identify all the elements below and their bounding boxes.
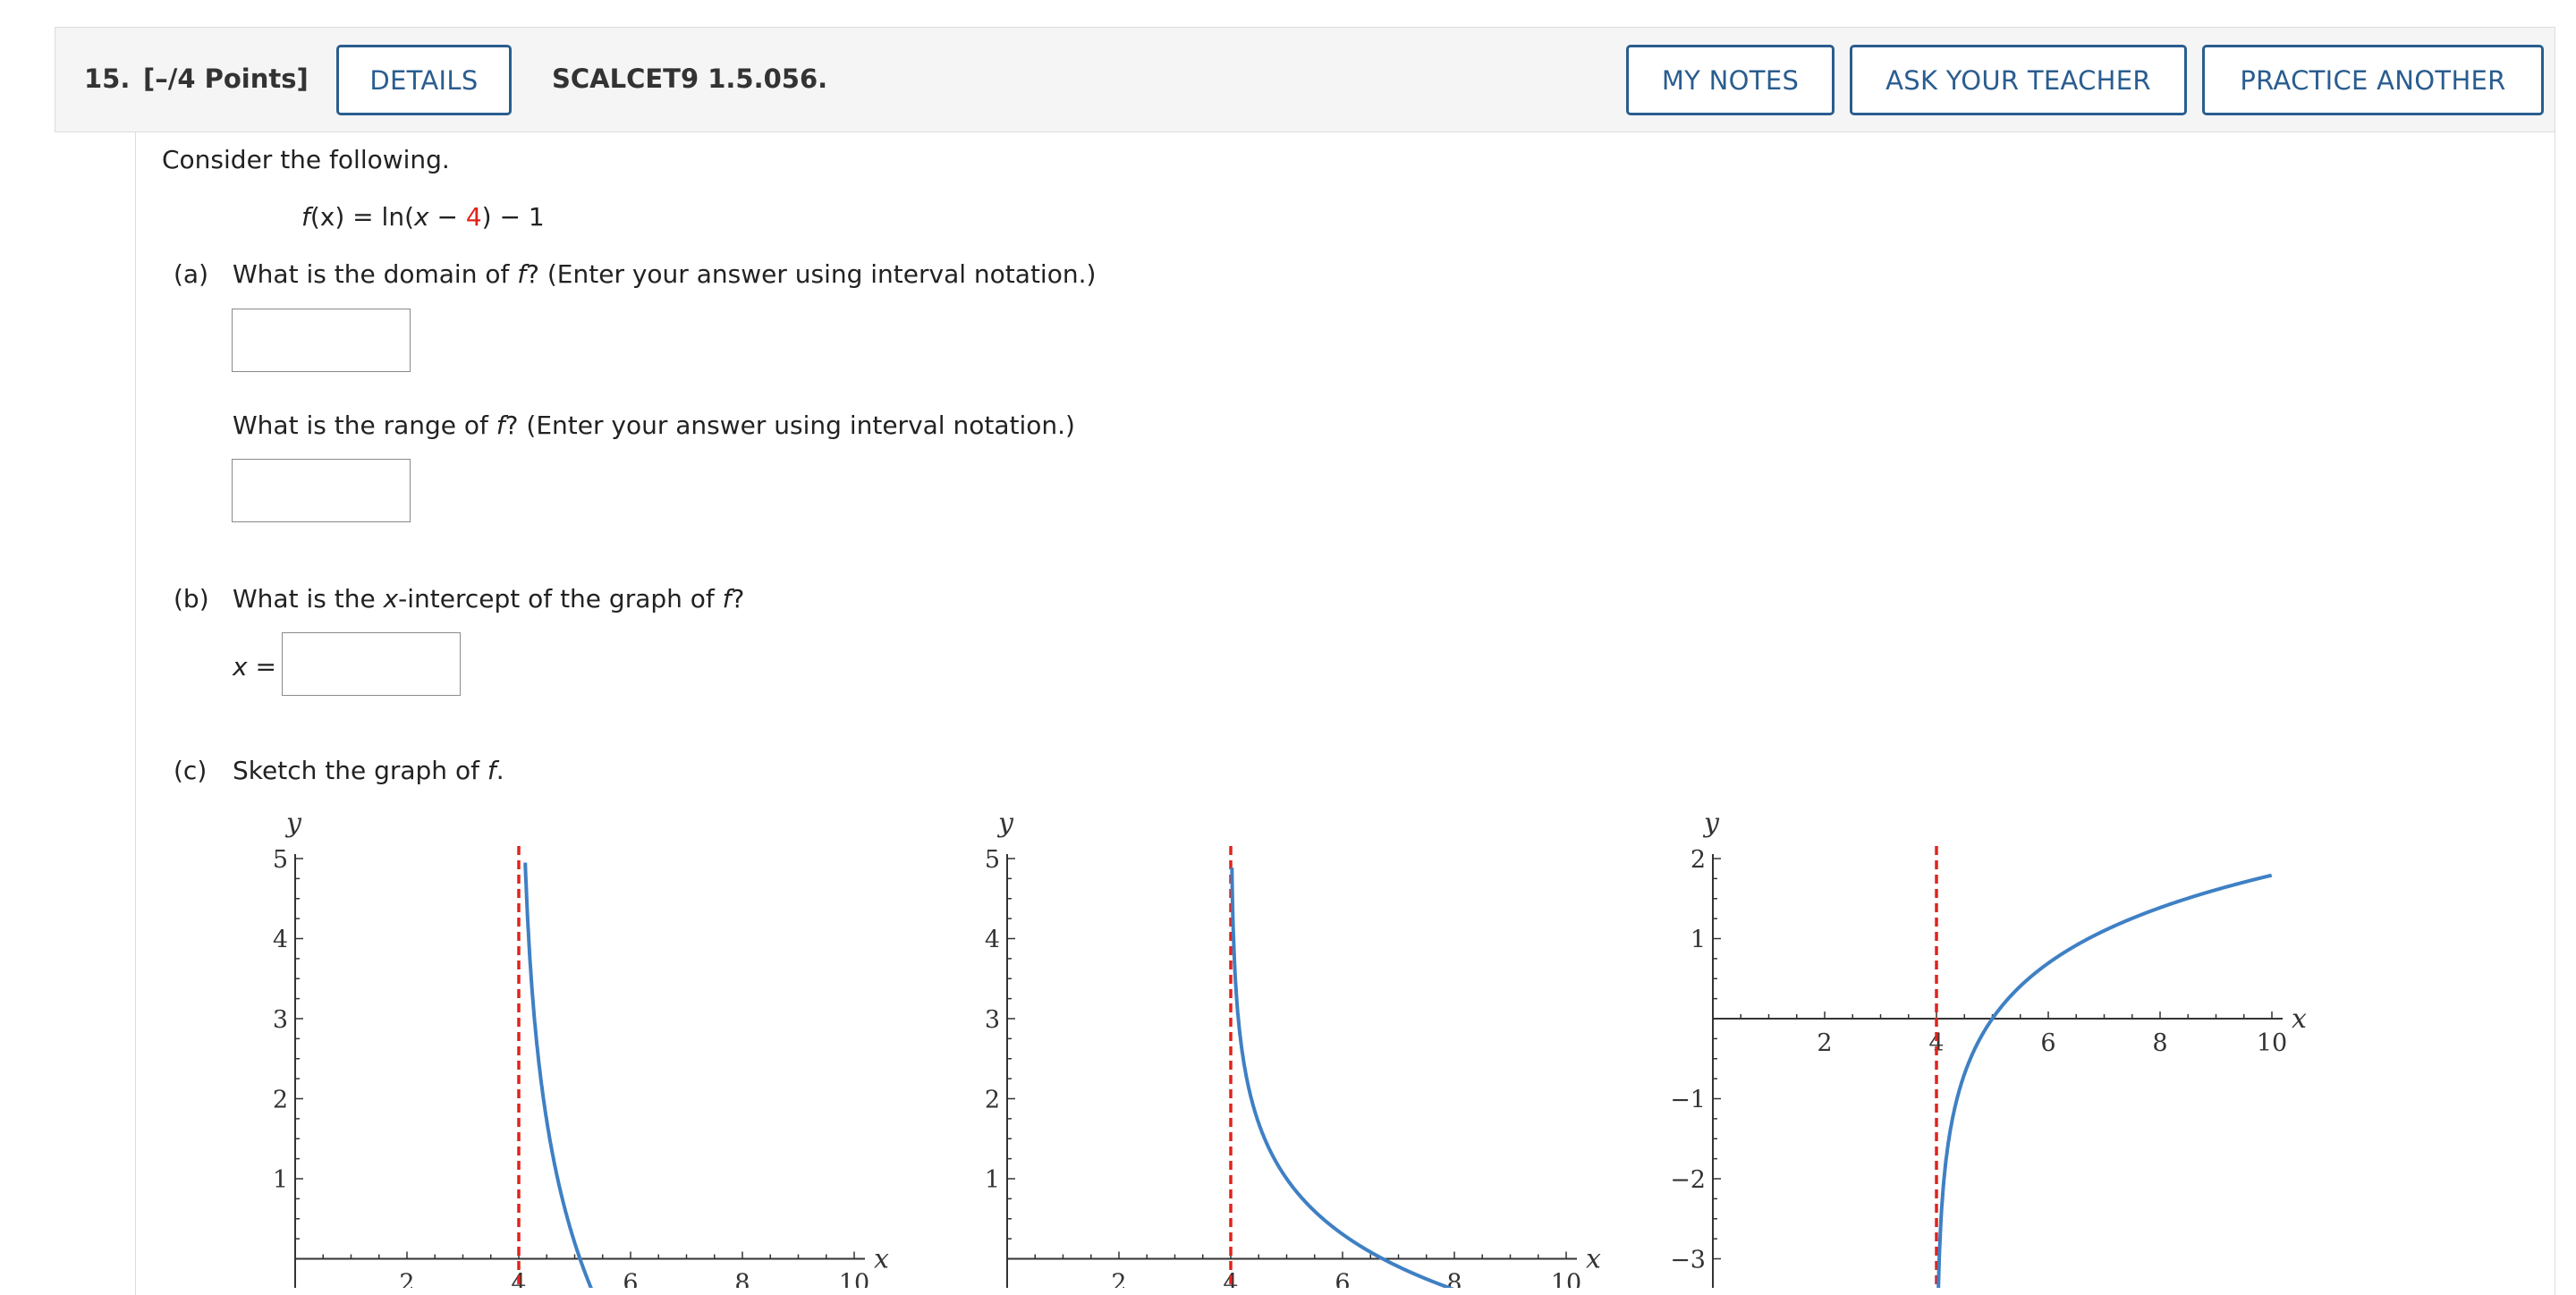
question-number: 15. (84, 63, 131, 94)
y-tick-label: 4 (985, 927, 1000, 954)
y-tick-label: 5 (273, 846, 288, 874)
y-axis-label: y (1702, 808, 1720, 839)
function-curve (1230, 868, 1455, 1288)
y-tick-label: 1 (273, 1166, 288, 1194)
intro-text: Consider the following. (162, 145, 450, 174)
domain-question: What is the domain of f? (Enter your ans… (233, 259, 1097, 289)
x-tick-label: 6 (1335, 1270, 1350, 1289)
y-axis-label: y (996, 808, 1014, 839)
function-curve (1936, 873, 2273, 1288)
x-tick-label: 6 (2040, 1029, 2055, 1057)
x-axis-label: x (2292, 1003, 2307, 1035)
x-tick-label: 2 (399, 1270, 414, 1289)
y-tick-label: 5 (985, 846, 1000, 874)
part-b-label: (b) (174, 584, 209, 614)
x-tick-label: 6 (623, 1270, 638, 1289)
domain-answer-input[interactable] (232, 309, 411, 372)
part-c-label: (c) (174, 756, 208, 785)
y-tick-label: 1 (1690, 927, 1706, 954)
x-tick-label: 8 (1446, 1270, 1462, 1289)
y-tick-label: 1 (985, 1166, 1000, 1194)
x-tick-label: 10 (2257, 1029, 2287, 1057)
practice-another-button[interactable]: PRACTICE ANOTHER (2202, 45, 2544, 115)
points-label: [–/4 Points] (143, 63, 309, 94)
y-tick-label: −2 (1670, 1166, 1706, 1194)
graph-option-1[interactable]: yx24681012345 (250, 796, 930, 1288)
y-tick-label: 2 (985, 1087, 1000, 1114)
details-button[interactable]: DETAILS (336, 45, 512, 115)
graph-option-3[interactable]: yx2 4 6 8 10−3−2−112 (1668, 796, 2348, 1288)
y-tick-label: 4 (273, 927, 288, 954)
x-axis-label: x (1586, 1244, 1601, 1275)
y-tick-label: 3 (273, 1006, 288, 1034)
function-curve (523, 862, 593, 1288)
x-tick-label: 2 (1111, 1270, 1126, 1289)
y-axis-label: y (284, 808, 302, 839)
x-axis-label: x (874, 1244, 889, 1275)
range-answer-input[interactable] (232, 459, 411, 522)
range-question: What is the range of f? (Enter your answ… (233, 411, 1075, 440)
x-tick-label: 10 (839, 1270, 869, 1289)
question-header: 15. [–/4 Points] DETAILS SCALCET9 1.5.05… (55, 27, 2555, 132)
x-equals-label: x = (233, 652, 276, 681)
y-tick-label: 2 (273, 1087, 288, 1114)
graph-option-2[interactable]: yx24681012345 (962, 796, 1642, 1288)
problem-id: SCALCET9 1.5.056. (552, 63, 828, 94)
function-formula: f(x) = ln(x − 4) − 1 (301, 202, 545, 232)
x-intercept-question: What is the x-intercept of the graph of … (233, 584, 745, 614)
ask-your-teacher-button[interactable]: ASK YOUR TEACHER (1850, 45, 2187, 115)
x-tick-label: 10 (1551, 1270, 1581, 1289)
x-intercept-answer-input[interactable] (282, 632, 461, 696)
y-tick-label: 2 (1690, 846, 1706, 874)
my-notes-button[interactable]: MY NOTES (1626, 45, 1835, 115)
y-tick-label: 3 (985, 1006, 1000, 1034)
y-tick-label: −1 (1670, 1087, 1706, 1114)
sketch-question: Sketch the graph of f. (233, 756, 504, 785)
part-a-label: (a) (174, 259, 209, 289)
x-tick-label: 8 (2152, 1029, 2167, 1057)
y-tick-label: −3 (1670, 1247, 1706, 1274)
x-tick-label: 2 (1817, 1029, 1832, 1057)
x-tick-label: 8 (734, 1270, 750, 1289)
